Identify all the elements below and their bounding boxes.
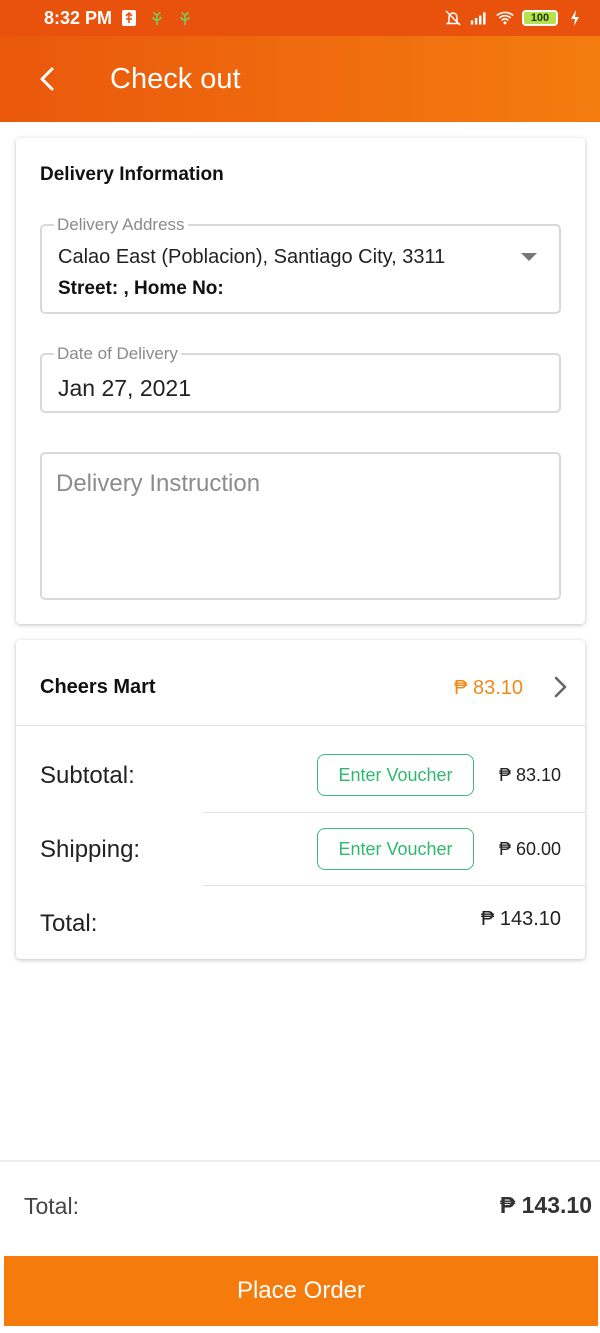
charging-icon — [571, 10, 579, 26]
footer-divider — [0, 1160, 600, 1162]
status-time: 8:32 PM — [44, 7, 113, 28]
back-button[interactable] — [28, 59, 68, 99]
subtotal-row: Subtotal: Enter Voucher ₱ 83.10 — [16, 740, 585, 814]
total-amount: ₱ 143.10 — [480, 908, 561, 930]
total-row: Total: ₱ 143.10 — [16, 890, 585, 964]
subtotal-voucher-button[interactable]: Enter Voucher — [317, 754, 474, 796]
usb-icon — [122, 10, 137, 26]
status-icons-right: 100 — [444, 9, 584, 27]
total-label: Total: — [40, 910, 98, 937]
store-row[interactable]: Cheers Mart ₱ 83.10 — [16, 640, 585, 726]
row-divider — [203, 812, 585, 813]
place-order-button[interactable]: Place Order — [4, 1256, 598, 1326]
chevron-right-icon[interactable] — [547, 674, 573, 700]
signal-icon — [470, 12, 486, 25]
delivery-address-label: Delivery Address — [54, 215, 188, 235]
shipping-row: Shipping: Enter Voucher ₱ 60.00 — [16, 814, 585, 888]
footer-total-label: Total: — [24, 1193, 79, 1219]
page-title: Check out — [110, 62, 241, 95]
status-bar: 8:32 PM 100 — [0, 0, 600, 36]
store-name: Cheers Mart — [40, 676, 156, 698]
delivery-date-label: Date of Delivery — [54, 344, 181, 364]
arrow-back-icon — [40, 67, 54, 91]
app-bar: Check out — [0, 36, 600, 122]
battery-icon: 100 — [522, 10, 558, 26]
plant-icon — [152, 11, 162, 25]
delivery-address-select[interactable]: Delivery Address Calao East (Poblacion),… — [40, 215, 561, 314]
delivery-info-card: Delivery Information Delivery Address Ca… — [16, 138, 585, 624]
subtotal-amount: ₱ 83.10 — [498, 765, 561, 785]
delivery-address-street: Street: , Home No: — [58, 278, 224, 299]
shipping-amount: ₱ 60.00 — [498, 839, 561, 859]
shipping-voucher-button[interactable]: Enter Voucher — [317, 828, 474, 870]
wifi-icon — [496, 11, 514, 25]
footer-total-amount: ₱ 143.10 — [499, 1192, 592, 1218]
delivery-date-value: Jan 27, 2021 — [58, 375, 192, 401]
store-total: ₱ 83.10 — [454, 677, 523, 699]
alarm-off-icon — [445, 10, 461, 26]
delivery-address-value: Calao East (Poblacion), Santiago City, 3… — [58, 246, 446, 268]
delivery-date-field[interactable]: Date of Delivery Jan 27, 2021 — [40, 344, 561, 413]
order-summary-card: Cheers Mart ₱ 83.10 Subtotal: Enter Vouc… — [16, 640, 585, 959]
subtotal-label: Subtotal: — [40, 762, 135, 789]
status-icons-left — [120, 9, 194, 27]
row-divider — [203, 885, 585, 886]
delivery-section-title: Delivery Information — [40, 164, 224, 185]
shipping-label: Shipping: — [40, 836, 141, 863]
plant-icon — [180, 11, 190, 25]
dropdown-arrow-icon[interactable] — [521, 253, 537, 261]
delivery-instruction-input[interactable]: Delivery Instruction — [40, 452, 561, 600]
delivery-instruction-placeholder: Delivery Instruction — [56, 470, 261, 497]
